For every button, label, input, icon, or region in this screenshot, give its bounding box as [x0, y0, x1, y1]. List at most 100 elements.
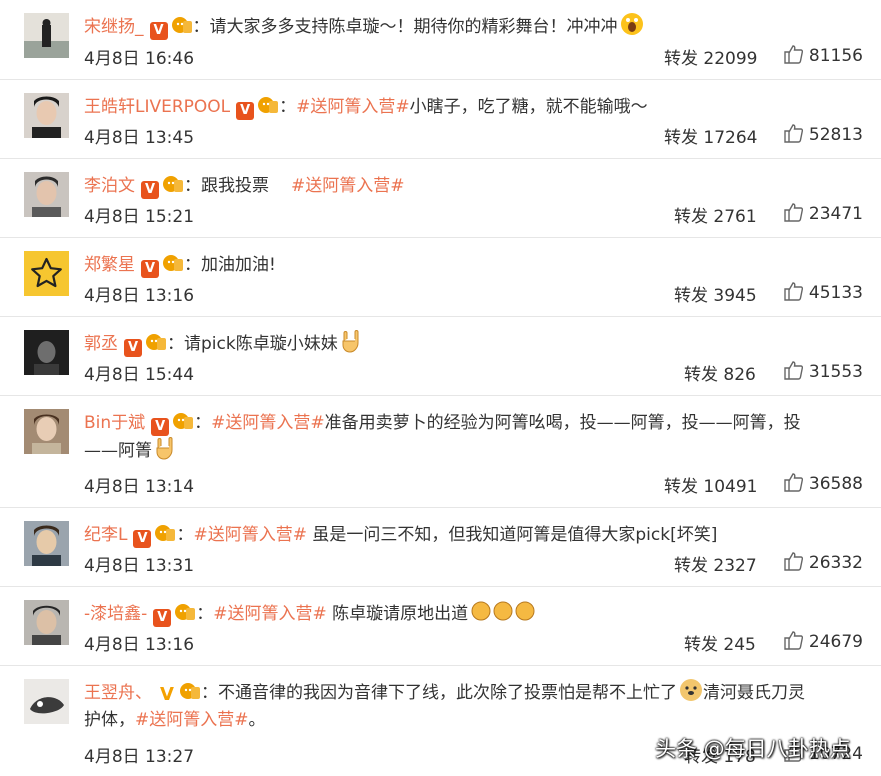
like-button[interactable]: 45133 — [783, 281, 863, 303]
comment-text: 小瞎子，吃了糖，就不能输哦～ — [409, 97, 648, 117]
verified-icon: V — [141, 181, 159, 199]
comment-line: 王皓轩LIVERPOOL V ：#送阿箐入营#小瞎子，吃了糖，就不能输哦～ — [84, 90, 861, 124]
like-button[interactable]: 31553 — [783, 360, 863, 382]
post-date: 4月8日 13:16 — [84, 635, 195, 655]
list-item: 宋继扬_ V ：请大家多多支持陈卓璇～！期待你的精彩舞台！冲冲冲 4月8日 16:4… — [0, 0, 881, 80]
like-count: 23471 — [808, 204, 863, 224]
comment-text: ：加油加油! — [184, 255, 276, 275]
user-name[interactable]: 郭丞 — [84, 334, 118, 354]
post-date: 4月8日 15:44 — [84, 365, 195, 385]
like-button[interactable]: 81156 — [783, 44, 863, 66]
repost-count[interactable]: 转发 22099 — [664, 44, 757, 69]
like-button[interactable]: 24679 — [783, 630, 863, 652]
thumbs-up-icon — [784, 552, 803, 571]
avatar[interactable] — [24, 251, 69, 296]
list-item: 纪李L V ：#送阿箐入营# 虽是一问三不知，但我知道阿箐是值得大家pick[坏笑]… — [0, 508, 881, 587]
user-name[interactable]: 王翌舟、 — [84, 683, 152, 703]
repost-count[interactable]: 转发 10491 — [664, 472, 757, 497]
thumbs-up-icon — [784, 631, 803, 650]
watermark: 头条 @每日八卦热点 — [655, 737, 851, 761]
post-date: 4月8日 16:46 — [84, 49, 195, 69]
like-button[interactable]: 23471 — [783, 202, 863, 224]
repost-count[interactable]: 转发 3945 — [674, 281, 757, 306]
level-badge-icon — [171, 17, 192, 33]
repost-count[interactable]: 转发 245 — [684, 630, 756, 655]
scream-emoji-icon — [620, 13, 643, 35]
comment-text-line2: ——阿箐 — [84, 441, 152, 461]
avatar[interactable] — [24, 172, 69, 217]
verified-icon: V — [133, 530, 152, 548]
avatar[interactable] — [24, 13, 69, 58]
post-date: 4月8日 13:45 — [84, 128, 195, 148]
thumbs-up-icon — [784, 361, 803, 380]
verified-icon: V — [124, 339, 142, 357]
post-date: 4月8日 13:14 — [84, 477, 195, 497]
repost-count[interactable]: 转发 17264 — [664, 123, 757, 148]
level-badge-icon — [146, 334, 166, 350]
like-count: 26332 — [808, 553, 863, 573]
topic-link[interactable]: #送阿箐入营# — [193, 525, 307, 545]
comment-text: 准备用卖萝卜的经验为阿箐吆喝，投——阿箐，投——阿箐，投 — [324, 413, 801, 433]
verified-icon: V — [236, 102, 255, 120]
user-name[interactable]: 纪李L — [84, 525, 127, 545]
comment-text: ：不通音律的我因为音律下了线，此次除了投票怕是帮不上忙了 — [201, 683, 677, 703]
thumbs-up-icon — [784, 203, 803, 222]
avatar[interactable] — [24, 521, 69, 566]
level-badge-icon — [180, 683, 200, 699]
avatar[interactable] — [24, 600, 69, 645]
user-name[interactable]: -漆培鑫- — [84, 604, 147, 624]
topic-link[interactable]: #送阿箐入营# — [291, 176, 405, 196]
topic-link[interactable]: #送阿箐入营# — [296, 97, 410, 117]
repost-count[interactable]: 转发 2327 — [674, 551, 757, 576]
avatar[interactable] — [24, 330, 69, 375]
repost-count[interactable]: 转发 2761 — [674, 202, 757, 227]
list-item: -漆培鑫- V ：#送阿箐入营# 陈卓璇请原地出道 4月8日 13:16 转发 24… — [0, 587, 881, 666]
like-button[interactable]: 36588 — [783, 472, 863, 494]
colon: ： — [196, 604, 214, 624]
comment-text-continued: 护体，#送阿箐入营#。 — [84, 706, 266, 734]
like-button[interactable]: 26332 — [783, 551, 863, 573]
level-badge-icon — [163, 176, 183, 192]
comment-line: 纪李L V ：#送阿箐入营# 虽是一问三不知，但我知道阿箐是值得大家pick[坏笑] — [84, 518, 861, 552]
comment-line: Bin于斌 V ：#送阿箐入营#准备用卖萝卜的经验为阿箐吆喝，投——阿箐，投——阿箐… — [84, 406, 861, 440]
post-date: 4月8日 13:16 — [84, 286, 195, 306]
comment-line: 王翌舟、 V ：不通音律的我因为音律下了线，此次除了投票怕是帮不上忙了 清河聂氏刀灵 — [84, 676, 861, 710]
list-item: Bin于斌 V ：#送阿箐入营#准备用卖萝卜的经验为阿箐吆喝，投——阿箐，投——阿箐… — [0, 396, 881, 508]
thumbs-up-icon — [784, 282, 803, 301]
comment-text: 陈卓璇请原地出道 — [326, 604, 469, 624]
user-name[interactable]: 郑繁星 — [84, 255, 135, 275]
user-name[interactable]: 宋继扬_ — [84, 17, 144, 37]
post-date: 4月8日 13:27 — [84, 747, 195, 767]
comment-line: 郑繁星 V ：加油加油! — [84, 248, 861, 282]
comment-text: 虽是一问三不知，但我知道阿箐是值得大家pick[坏笑] — [306, 525, 718, 545]
avatar[interactable] — [24, 679, 69, 724]
list-item: 李泊文 V ：跟我投票 #送阿箐入营# 4月8日 15:21 转发 2761 2347… — [0, 159, 881, 238]
level-badge-icon — [163, 255, 183, 271]
user-name[interactable]: 王皓轩LIVERPOOL — [84, 97, 230, 117]
topic-link[interactable]: #送阿箐入营# — [213, 604, 327, 624]
thumbs-up-icon — [784, 473, 803, 492]
topic-link[interactable]: #送阿箐入营# — [211, 413, 325, 433]
level-badge-icon — [173, 413, 194, 429]
level-badge-icon — [175, 604, 196, 620]
comment-text: ：请pick陈卓璇小妹妹 — [167, 334, 338, 354]
list-item: 郑繁星 V ：加油加油! 4月8日 13:16 转发 3945 45133 — [0, 238, 881, 317]
repost-count[interactable]: 转发 826 — [684, 360, 756, 385]
user-name[interactable]: Bin于斌 — [84, 413, 145, 433]
comment-line: 宋继扬_ V ：请大家多多支持陈卓璇～！期待你的精彩舞台！冲冲冲 — [84, 10, 861, 44]
like-count: 45133 — [808, 283, 863, 303]
like-button[interactable]: 52813 — [783, 123, 863, 145]
avatar[interactable] — [24, 409, 69, 454]
avatar[interactable] — [24, 93, 69, 138]
comment-line: -漆培鑫- V ：#送阿箐入营# 陈卓璇请原地出道 — [84, 597, 861, 631]
like-count: 31553 — [808, 362, 863, 382]
colon: ： — [176, 525, 194, 545]
verified-icon: V — [141, 260, 159, 278]
user-name[interactable]: 李泊文 — [84, 176, 135, 196]
like-count: 36588 — [808, 474, 863, 494]
comment-text: ：跟我投票 — [184, 176, 269, 196]
comment-text-end: 。 — [248, 710, 266, 730]
verified-icon: V — [149, 22, 168, 40]
rock-hand-emoji-icon — [342, 330, 359, 353]
topic-link[interactable]: #送阿箐入营# — [135, 710, 249, 730]
